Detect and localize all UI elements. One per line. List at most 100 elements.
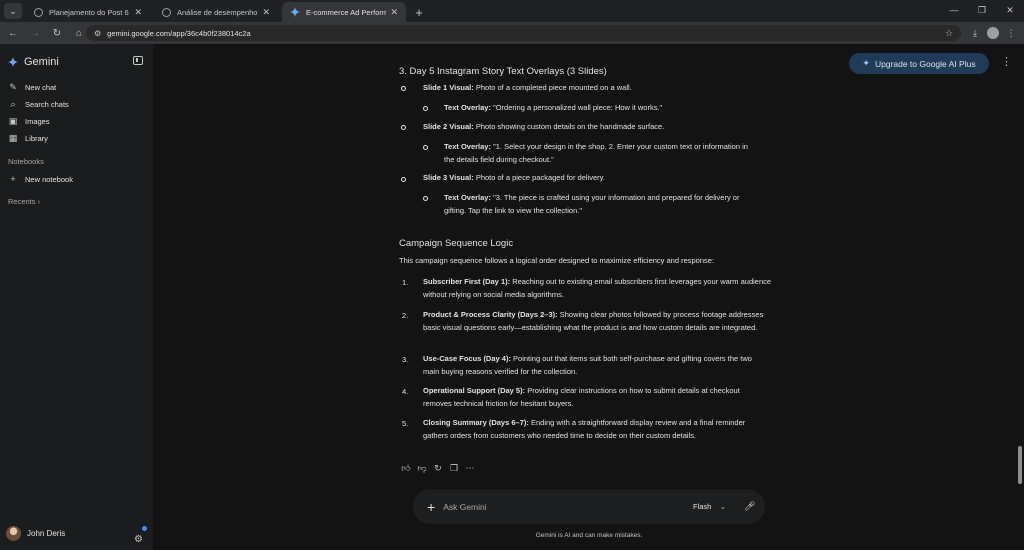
main-content: ✦ Upgrade to Google AI Plus ⋮ 3. Day 5 I… [153,44,1024,550]
recents-label: Recents [8,197,36,206]
url-text: gemini.google.com/app/36c4b0f238014c2a [107,28,251,38]
browser-tab-1[interactable]: Planejamento do Post 6 ✕ [26,2,150,22]
tab-search-button[interactable]: ⌄ [4,3,22,19]
avatar-icon [987,27,999,39]
thumbs-up-icon[interactable]: 👍︎ [400,463,412,474]
address-bar[interactable]: ⚙ gemini.google.com/app/36c4b0f238014c2a… [86,25,961,41]
sidebar-item-label: Library [25,134,48,143]
avatar [6,526,21,541]
browser-tab-strip: ⌄ Planejamento do Post 6 ✕ Análise de de… [0,0,1024,22]
response-actions: 👍︎ 👎︎ ↻ ❐ ⋯ [400,463,480,474]
bullet-icon [423,196,428,201]
microphone-icon[interactable]: 🎤︎ [744,501,755,512]
gemini-favicon-icon [290,7,300,17]
close-window-icon[interactable]: ✕ [996,0,1024,20]
user-name: John Deris [27,529,66,538]
settings-button[interactable]: ⚙ [134,526,147,545]
list-number: 2. [402,311,409,320]
restore-icon[interactable]: ❐ [968,0,996,20]
browser-menu-icon[interactable]: ⋮ [1002,24,1020,42]
brand-name: Gemini [24,56,59,68]
plus-icon[interactable]: + [427,499,435,515]
minimize-icon[interactable]: — [940,0,968,20]
logic-item-1: Subscriber First (Day 1): Reaching out t… [423,277,772,299]
tab-title: Análise de desempenho public [177,7,258,17]
edit-icon: ✎ [9,82,17,92]
site-info-icon[interactable]: ⚙ [94,29,101,38]
brand[interactable]: Gemini [8,56,59,68]
search-icon: ⌕ [10,99,16,109]
browser-tab-3[interactable]: E-commerce Ad Performance A ✕ [282,2,406,22]
more-options-icon[interactable]: ⋮ [1001,57,1012,68]
bullet-icon [423,106,428,111]
slide-3-visual: Slide 3 Visual: Photo of a piece package… [423,173,605,182]
globe-icon [162,7,171,17]
bullet-icon [401,125,406,130]
forward-icon[interactable]: → [26,24,44,42]
tab-title: Planejamento do Post 6 [49,7,129,17]
sidebar-toggle-icon[interactable] [133,56,143,65]
slide-2-overlay: Text Overlay: "1. Select your design in … [444,142,748,164]
sidebar-item-label: Images [25,117,50,126]
more-actions-icon[interactable]: ⋯ [464,463,476,474]
sidebar-item-library[interactable]: ▦ Library [8,133,48,144]
slide-3-overlay: Text Overlay: "3. The piece is crafted u… [444,193,740,215]
bullet-icon [401,86,406,91]
logic-item-3: Use-Case Focus (Day 4): Pointing out tha… [423,354,752,376]
disclaimer: Gemini is AI and can make mistakes. [535,532,643,539]
bookmark-star-icon[interactable]: ☆ [945,28,953,39]
window-controls: — ❐ ✕ [940,0,1024,20]
slide-1-visual: Slide 1 Visual: Photo of a completed pie… [423,83,632,92]
recents-toggle[interactable]: Recents › [8,197,40,206]
model-selector[interactable]: Flash [693,502,711,511]
sidebar-item-new-chat[interactable]: ✎ New chat [8,82,56,93]
plus-icon: + [10,174,16,184]
copy-icon[interactable]: ❐ [448,463,460,474]
bullet-icon [401,177,406,182]
new-tab-button[interactable]: + [410,3,428,21]
back-icon[interactable]: ← [4,24,22,42]
logic-item-2: Product & Process Clarity (Days 2–3): Sh… [423,310,764,332]
upgrade-button[interactable]: ✦ Upgrade to Google AI Plus [849,53,989,74]
user-profile[interactable]: John Deris [6,526,65,541]
section-heading: 3. Day 5 Instagram Story Text Overlays (… [399,66,607,77]
close-tab-icon[interactable]: ✕ [262,7,270,18]
prompt-placeholder: Ask Gemini [443,501,487,512]
sparkle-icon: ✦ [862,58,870,68]
globe-icon [34,7,43,17]
logic-intro: This campaign sequence follows a logical… [399,256,715,265]
chevron-right-icon: › [37,197,41,206]
new-notebook-button[interactable]: + New notebook [8,174,73,184]
close-tab-icon[interactable]: ✕ [134,7,142,18]
sidebar-item-label: Search chats [25,100,69,109]
library-icon: ▦ [8,133,18,143]
gemini-spark-icon [8,57,18,67]
tab-title: E-commerce Ad Performance A [306,7,387,17]
list-number: 1. [402,278,409,287]
sidebar-item-label: New chat [25,83,57,92]
notebooks-header: Notebooks [8,157,44,166]
logic-item-4: Operational Support (Day 5): Providing c… [423,386,740,408]
download-icon[interactable]: ⤓ [966,24,984,42]
sidebar-item-images[interactable]: ▣ Images [8,116,50,127]
chevron-down-icon[interactable]: ⌄ [720,503,726,511]
prompt-input-box[interactable]: + Ask Gemini Flash ⌄ 🎤︎ [413,489,765,524]
browser-tab-2[interactable]: Análise de desempenho public ✕ [154,2,278,22]
profile-avatar[interactable] [984,24,1002,42]
close-tab-icon[interactable]: ✕ [390,7,398,18]
notification-dot [142,526,147,531]
logic-heading: Campaign Sequence Logic [399,238,514,249]
list-number: 5. [402,419,409,428]
slide-2-visual: Slide 2 Visual: Photo showing custom det… [423,122,665,131]
gear-icon: ⚙ [134,534,143,545]
scrollbar-thumb[interactable] [1018,446,1022,484]
sidebar-item-search-chats[interactable]: ⌕ Search chats [8,99,69,110]
reload-icon[interactable]: ↻ [48,24,66,42]
thumbs-down-icon[interactable]: 👎︎ [416,463,428,474]
toolbar-right: ⤓ ⋮ [966,24,1020,42]
upgrade-label: Upgrade to Google AI Plus [874,58,976,69]
regenerate-icon[interactable]: ↻ [432,463,444,474]
list-number: 3. [402,355,409,364]
sidebar-item-label: New notebook [25,174,73,184]
image-icon: ▣ [8,116,18,126]
